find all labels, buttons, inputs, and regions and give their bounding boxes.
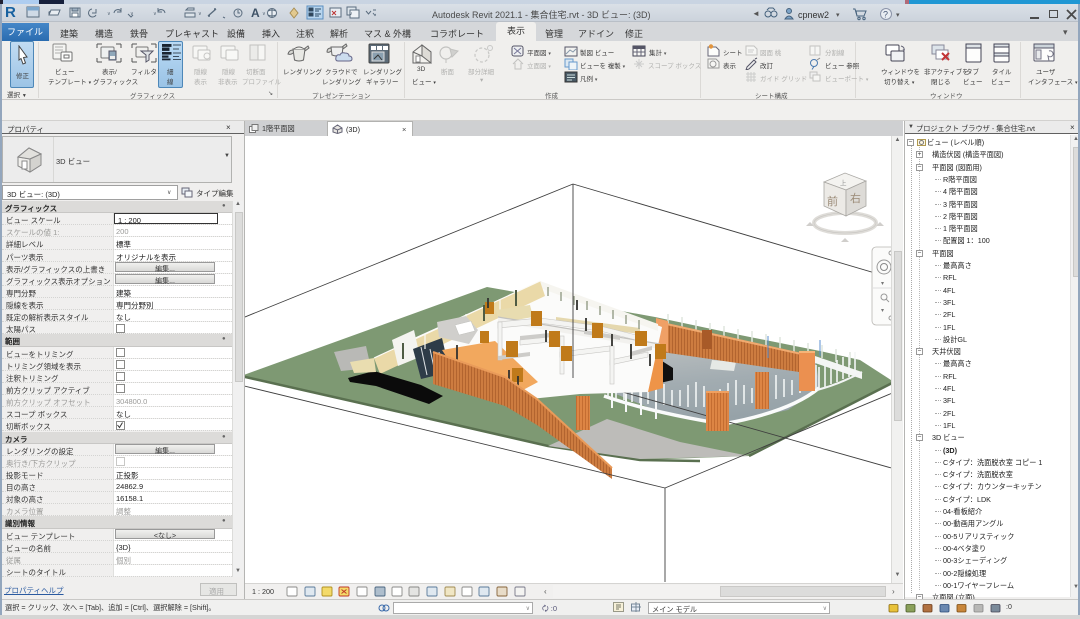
svg-text:▾: ▾	[836, 12, 840, 19]
svg-text:右: 右	[850, 191, 861, 205]
svg-text:▾: ▾	[896, 12, 900, 19]
svg-text:A: A	[251, 6, 260, 20]
svg-text:上: 上	[840, 178, 847, 187]
svg-text:▾: ▾	[881, 281, 884, 287]
svg-text:▾: ▾	[881, 308, 884, 314]
svg-text:前: 前	[827, 194, 838, 208]
svg-text:?: ?	[883, 10, 888, 20]
svg-text:cpnew2: cpnew2	[798, 10, 829, 20]
